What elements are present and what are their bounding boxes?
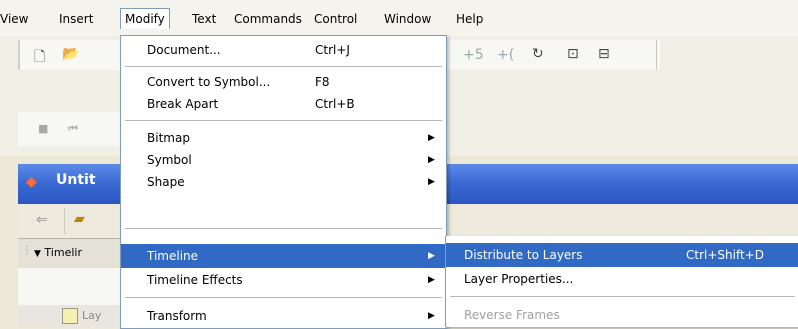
smooth-icon[interactable]: +5 (463, 47, 484, 63)
menu-separator (125, 228, 442, 229)
submenu-arrow-icon: ▶ (428, 133, 435, 143)
menu-item-label: Timeline (147, 249, 199, 263)
menu-item-label: Reverse Frames (464, 308, 560, 322)
menu-item-shortcut: F8 (315, 75, 330, 89)
menu-item-shape[interactable]: Shape ▶ (121, 170, 446, 194)
submenu-arrow-icon: ▶ (428, 177, 435, 187)
submenu-arrow-icon: ▶ (428, 155, 435, 165)
menu-item-document[interactable]: Document... Ctrl+J (121, 38, 446, 62)
grip-icon: ⋮ (22, 245, 32, 256)
menu-item-label: Bitmap (147, 131, 190, 145)
back-arrow-icon[interactable]: ⇐ (36, 212, 48, 228)
timeline-toggle[interactable]: ▼ Timelir (34, 246, 82, 259)
menu-item-timeline-effects[interactable]: Timeline Effects ▶ (121, 268, 446, 292)
expand-arrow-icon: ▼ (34, 249, 41, 259)
rotate-icon[interactable]: ↻ (532, 46, 544, 62)
doc-toolbar-separator (64, 208, 65, 234)
scale-icon[interactable]: ⊡ (567, 46, 579, 62)
straighten-icon[interactable]: +( (497, 47, 514, 63)
submenu-item-distribute-to-layers[interactable]: Distribute to Layers Ctrl+Shift+D (446, 243, 798, 267)
flash-document-icon: ◆ (26, 174, 37, 190)
menu-window[interactable]: Window (380, 9, 435, 29)
layer-icon (62, 308, 78, 324)
menu-item-timeline[interactable]: Timeline ▶ (121, 244, 446, 268)
stop-icon[interactable]: ■ (38, 122, 48, 135)
submenu-arrow-icon: ▶ (428, 275, 435, 285)
submenu-item-layer-properties[interactable]: Layer Properties... (446, 267, 798, 291)
menu-item-shortcut: Ctrl+Shift+D (686, 248, 764, 262)
menu-separator (125, 66, 442, 67)
menu-control[interactable]: Control (310, 9, 361, 29)
menu-item-shortcut: Ctrl+B (315, 97, 355, 111)
menu-item-label: Transform (147, 309, 207, 323)
timeline-label: Timelir (44, 246, 82, 259)
menu-modify[interactable]: Modify (120, 8, 170, 29)
menu-item-label: Convert to Symbol... (147, 75, 271, 89)
rewind-icon[interactable]: ⏮ (68, 122, 78, 136)
layer-name: Lay (82, 309, 102, 322)
align-icon[interactable]: ⊟ (598, 46, 610, 62)
menu-item-transform[interactable]: Transform ▶ (121, 304, 446, 328)
toolbar-separator (656, 40, 657, 70)
menu-item-shortcut: Ctrl+J (315, 43, 350, 57)
submenu-arrow-icon: ▶ (428, 251, 435, 261)
submenu-arrow-icon: ▶ (428, 311, 435, 321)
menu-insert[interactable]: Insert (55, 9, 97, 29)
menu-item-break-apart[interactable]: Break Apart Ctrl+B (121, 92, 446, 116)
open-folder-icon[interactable]: 📂 (62, 46, 79, 62)
menu-item-label: Layer Properties... (464, 272, 574, 286)
menu-item-label: Distribute to Layers (464, 248, 583, 262)
menu-help[interactable]: Help (452, 9, 487, 29)
menu-item-label: Symbol (147, 153, 192, 167)
submenu-item-reverse-frames[interactable]: Reverse Frames (446, 303, 798, 327)
timeline-submenu: Distribute to Layers Ctrl+Shift+D Layer … (445, 236, 798, 327)
menu-view[interactable]: View (0, 9, 32, 29)
menu-separator (125, 297, 442, 298)
menu-text[interactable]: Text (188, 9, 220, 29)
menu-item-bitmap[interactable]: Bitmap ▶ (121, 126, 446, 150)
menu-item-label: Document... (147, 43, 221, 57)
menu-separator (125, 120, 442, 121)
new-document-icon[interactable]: 🗋 (34, 46, 45, 70)
menu-separator (450, 296, 795, 297)
menu-item-label: Break Apart (147, 97, 219, 111)
edit-scene-icon[interactable]: ▰ (74, 211, 85, 227)
document-title: Untit (56, 172, 96, 188)
menu-bar: View Insert Modify Text Commands Control… (0, 0, 798, 36)
menu-item-label: Shape (147, 175, 185, 189)
menu-item-symbol[interactable]: Symbol ▶ (121, 148, 446, 172)
menu-item-convert-to-symbol[interactable]: Convert to Symbol... F8 (121, 70, 446, 94)
menu-commands[interactable]: Commands (230, 9, 306, 29)
menu-item-label: Timeline Effects (147, 273, 243, 287)
modify-menu: Document... Ctrl+J Convert to Symbol... … (120, 35, 447, 329)
